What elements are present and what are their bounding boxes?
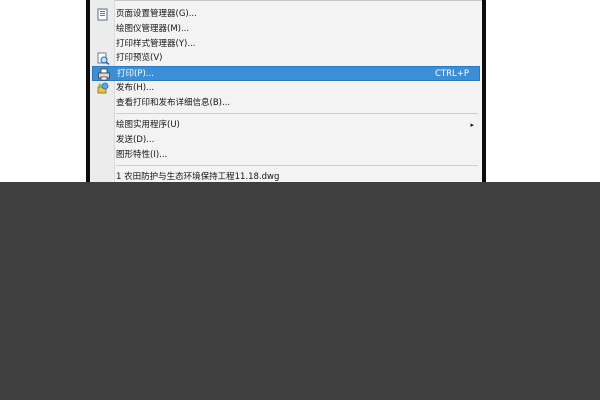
menu-item-label: 发送(D)... (116, 135, 155, 145)
menu-separator (116, 165, 478, 166)
menu-item-plot-style-manager[interactable]: 打印样式管理器(Y)... (92, 37, 480, 52)
menu-item-send[interactable]: 发送(D)... (92, 133, 480, 148)
menu-item-plotter-manager[interactable]: 绘图仪管理器(M)... (92, 22, 480, 37)
submenu-arrow-icon: ▸ (470, 121, 474, 129)
file-dropdown-menu: 页面设置管理器(G)... 绘图仪管理器(M)... 打印样式管理器(Y)...… (90, 0, 482, 182)
menu-item-label: 图形特性(I)... (116, 150, 168, 160)
menu-item-publish[interactable]: 发布(H)... (92, 81, 480, 96)
print-preview-icon (97, 52, 110, 65)
menu-item-label: 打印预览(V) (116, 53, 163, 63)
menu-item-label: 打印(P)... (117, 69, 154, 79)
menu-item-view-plot-publish-details[interactable]: 查看打印和发布详细信息(B)... (92, 96, 480, 111)
page-setup-icon (97, 8, 108, 21)
menu-item-drawing-properties[interactable]: 图形特性(I)... (92, 148, 480, 163)
menu-top-border (90, 0, 482, 1)
menu-separator (116, 113, 478, 114)
menu-item-label: 绘图仪管理器(M)... (116, 24, 190, 34)
menu-item-label: 页面设置管理器(G)... (116, 9, 197, 19)
menu-item-label: 1 农田防护与生态环境保持工程11.18.dwg (116, 172, 280, 182)
menu-item-recent-file-1[interactable]: 1 农田防护与生态环境保持工程11.18.dwg (92, 170, 480, 182)
menu-item-page-setup-manager[interactable]: 页面设置管理器(G)... (92, 7, 480, 22)
publish-icon (97, 82, 109, 94)
background-left (0, 0, 86, 182)
menu-item-label: 打印样式管理器(Y)... (116, 39, 196, 49)
background-right (486, 0, 600, 182)
menu-item-drawing-utilities[interactable]: 绘图实用程序(U) ▸ (92, 118, 480, 133)
menu-item-print-preview[interactable]: 打印预览(V) (92, 51, 480, 66)
menu-item-label: 绘图实用程序(U) (116, 120, 180, 130)
menu-item-label: 查看打印和发布详细信息(B)... (116, 98, 231, 108)
printer-icon (98, 68, 110, 81)
menu-item-print[interactable]: 打印(P)... CTRL+P (92, 66, 480, 81)
menu-item-label: 发布(H)... (116, 83, 155, 93)
menu-item-shortcut: CTRL+P (434, 69, 469, 79)
